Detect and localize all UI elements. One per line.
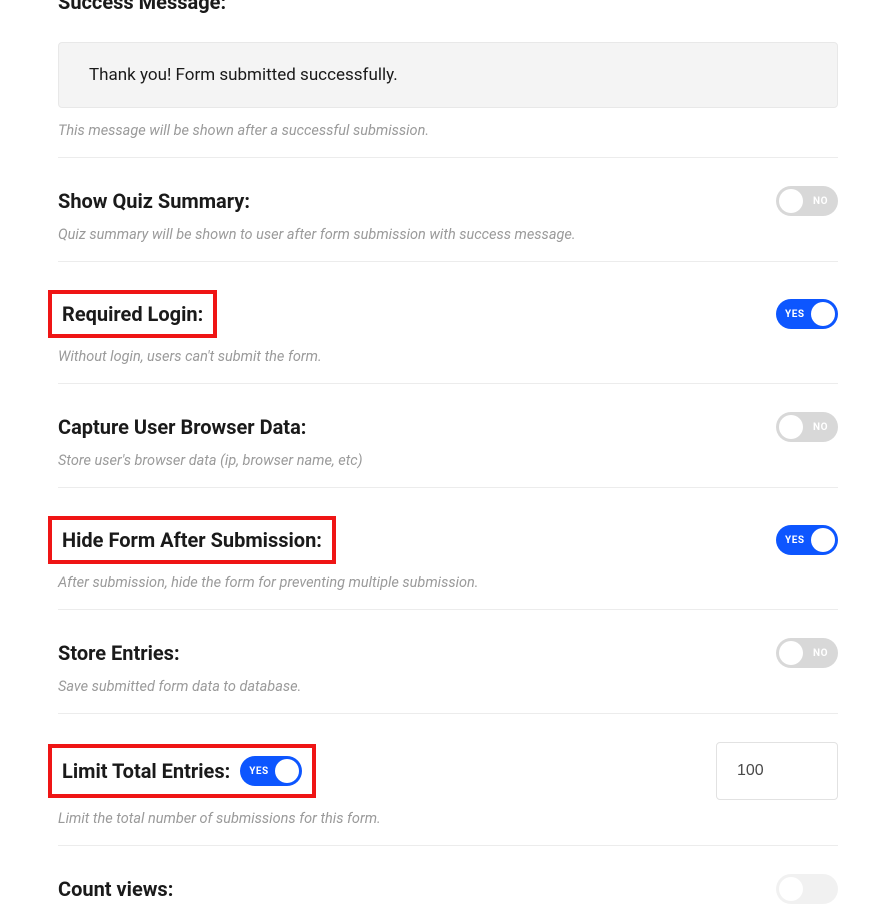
toggle-label-text: NO: [813, 422, 828, 433]
hide-form-label: Hide Form After Submission:: [62, 528, 322, 552]
toggle-label-text: NO: [813, 196, 828, 207]
count-views-row: Count views:: [58, 874, 838, 904]
toggle-label-text: YES: [785, 309, 804, 320]
limit-entries-row: Limit Total Entries: YES: [58, 742, 838, 800]
quiz-summary-row: Show Quiz Summary: NO: [58, 186, 838, 216]
quiz-summary-label: Show Quiz Summary:: [58, 189, 250, 213]
required-login-label: Required Login:: [62, 302, 203, 326]
capture-browser-row: Capture User Browser Data: NO: [58, 412, 838, 442]
count-views-label: Count views:: [58, 877, 173, 901]
toggle-label-text: YES: [249, 766, 268, 777]
divider: [58, 713, 838, 714]
divider: [58, 609, 838, 610]
limit-entries-toggle[interactable]: YES: [240, 756, 302, 786]
toggle-knob: [779, 877, 803, 901]
capture-browser-toggle[interactable]: NO: [776, 412, 838, 442]
toggle-label-text: YES: [785, 535, 804, 546]
required-login-help: Without login, users can't submit the fo…: [58, 348, 838, 365]
store-entries-label: Store Entries:: [58, 641, 180, 665]
required-login-toggle[interactable]: YES: [776, 299, 838, 329]
success-message-heading: Success Message:: [58, 0, 838, 14]
hide-form-help: After submission, hide the form for prev…: [58, 574, 838, 591]
success-message-box[interactable]: Thank you! Form submitted successfully.: [58, 42, 838, 108]
toggle-knob: [779, 415, 803, 439]
store-entries-row: Store Entries: NO: [58, 638, 838, 668]
divider: [58, 261, 838, 262]
limit-entries-label: Limit Total Entries:: [62, 759, 230, 783]
count-views-toggle[interactable]: [776, 874, 838, 904]
divider: [58, 383, 838, 384]
required-login-highlight: Required Login:: [48, 290, 217, 338]
divider: [58, 157, 838, 158]
limit-entries-help: Limit the total number of submissions fo…: [58, 810, 838, 827]
toggle-knob: [779, 641, 803, 665]
divider: [58, 845, 838, 846]
toggle-knob: [779, 189, 803, 213]
hide-form-toggle[interactable]: YES: [776, 525, 838, 555]
limit-entries-highlight: Limit Total Entries: YES: [48, 744, 316, 798]
required-login-row: Required Login: YES: [58, 290, 838, 338]
success-message-help: This message will be shown after a succe…: [58, 122, 838, 139]
store-entries-help: Save submitted form data to database.: [58, 678, 838, 695]
quiz-summary-toggle[interactable]: NO: [776, 186, 838, 216]
capture-browser-label: Capture User Browser Data:: [58, 415, 306, 439]
limit-entries-input[interactable]: [716, 742, 838, 800]
toggle-label-text: NO: [813, 648, 828, 659]
store-entries-toggle[interactable]: NO: [776, 638, 838, 668]
capture-browser-help: Store user's browser data (ip, browser n…: [58, 452, 838, 469]
toggle-knob: [811, 302, 835, 326]
hide-form-row: Hide Form After Submission: YES: [58, 516, 838, 564]
success-message-text: Thank you! Form submitted successfully.: [89, 65, 398, 85]
hide-form-highlight: Hide Form After Submission:: [48, 516, 336, 564]
toggle-knob: [275, 759, 299, 783]
quiz-summary-help: Quiz summary will be shown to user after…: [58, 226, 838, 243]
toggle-knob: [811, 528, 835, 552]
divider: [58, 487, 838, 488]
